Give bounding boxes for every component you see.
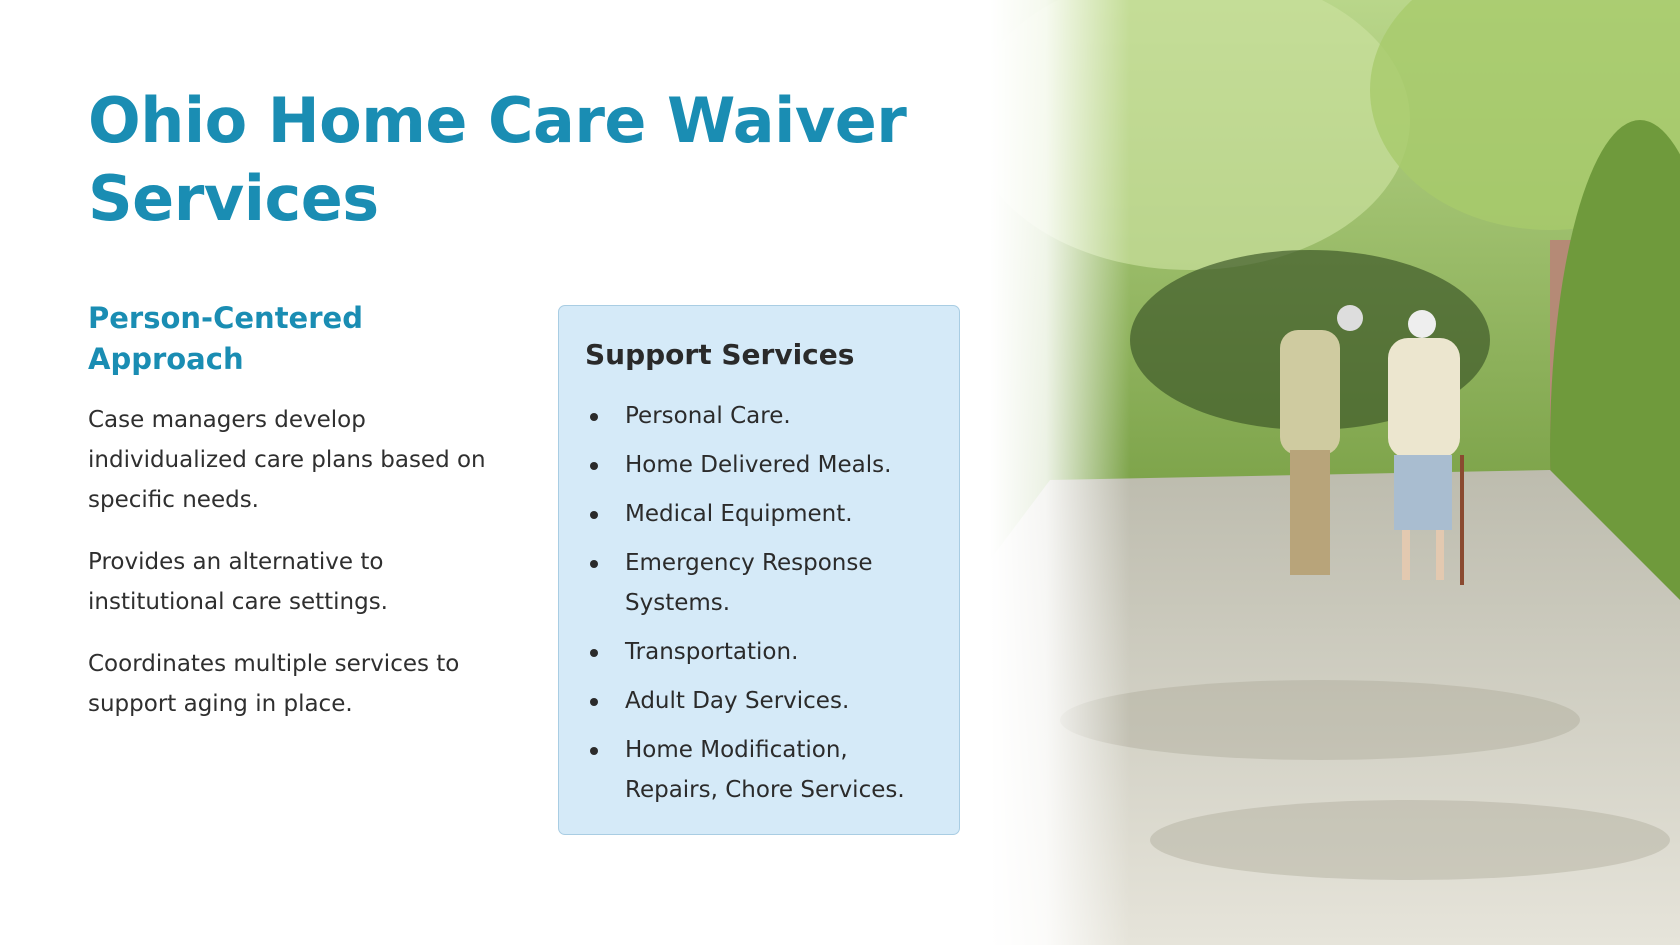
list-item: Home Modification, Repairs, Chore Servic…	[585, 730, 933, 810]
paragraph: Coordinates multiple services to support…	[88, 651, 460, 717]
list-item-label: Home Delivered Meals.	[625, 452, 892, 478]
person-centered-section: Person-Centered Approach Case managers d…	[88, 298, 508, 746]
list-item-label: Medical Equipment.	[625, 501, 853, 527]
list-item: Adult Day Services.	[585, 681, 933, 721]
support-services-list: Personal Care. Home Delivered Meals. Med…	[585, 396, 933, 810]
section-heading: Person-Centered Approach	[88, 301, 363, 376]
list-item-label: Personal Care.	[625, 403, 791, 429]
page-title: Ohio Home Care Waiver Services	[88, 84, 907, 235]
list-item: Personal Care.	[585, 396, 933, 436]
bullet-icon	[590, 747, 598, 755]
bullet-icon	[590, 413, 598, 421]
list-item-label: Emergency Response Systems.	[625, 550, 873, 616]
list-item: Home Delivered Meals.	[585, 445, 933, 485]
list-item: Medical Equipment.	[585, 494, 933, 534]
elderly-couple-walking-photo	[990, 0, 1680, 945]
list-item-label: Home Modification, Repairs, Chore Servic…	[625, 737, 905, 803]
support-services-heading: Support Services	[585, 338, 855, 371]
bullet-icon	[590, 462, 598, 470]
paragraph: Provides an alternative to institutional…	[88, 549, 388, 615]
bullet-icon	[590, 511, 598, 519]
paragraph: Case managers develop individualized car…	[88, 407, 486, 513]
list-item: Emergency Response Systems.	[585, 543, 933, 623]
image-fade-overlay	[990, 0, 1130, 945]
support-services-box: Support Services Personal Care. Home Del…	[558, 305, 960, 835]
list-item-label: Adult Day Services.	[625, 688, 850, 714]
list-item: Transportation.	[585, 632, 933, 672]
bullet-icon	[590, 698, 598, 706]
bullet-icon	[590, 560, 598, 568]
bullet-icon	[590, 649, 598, 657]
list-item-label: Transportation.	[625, 639, 799, 665]
